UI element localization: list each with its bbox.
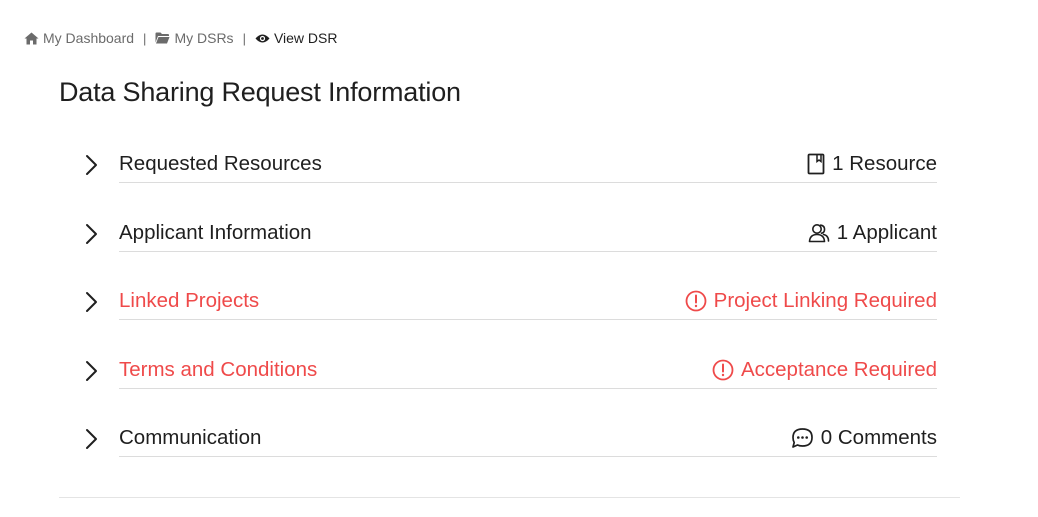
section-header: Communication 0 Comments — [119, 416, 937, 457]
alert-circle-icon — [712, 359, 734, 380]
users-icon — [808, 223, 829, 242]
section-header: Terms and Conditions Acceptance Required — [119, 348, 937, 389]
section-header: Linked Projects Project Linking Required — [119, 279, 937, 320]
section-label: Terms and Conditions — [119, 357, 318, 381]
folder-icon — [155, 32, 170, 44]
breadcrumb-label: My DSRs — [174, 30, 234, 46]
page: My Dashboard | My DSRs | View DSR Data S… — [0, 0, 1038, 517]
section-status: 1 Resource — [807, 152, 937, 176]
section-header: Requested Resources 1 Resource — [119, 142, 937, 183]
dsr-sections: Requested Resources 1 Resource Applicant… — [84, 142, 937, 485]
alert-circle-icon — [685, 290, 707, 312]
breadcrumb-label: View DSR — [273, 30, 338, 46]
section-linked-projects[interactable]: Linked Projects Project Linking Required — [84, 279, 937, 348]
footer-divider — [59, 497, 960, 498]
section-status: 1 Applicant — [808, 221, 937, 245]
section-status: Acceptance Required — [712, 358, 937, 382]
section-label: Requested Resources — [119, 152, 322, 175]
section-label: Linked Projects — [119, 289, 260, 312]
section-label: Applicant Information — [119, 220, 312, 244]
chevron-right-icon — [84, 211, 119, 280]
chevron-right-icon — [84, 348, 119, 417]
section-status: 0 Comments — [791, 426, 937, 450]
section-terms-and-conditions[interactable]: Terms and Conditions Acceptance Required — [84, 348, 937, 417]
breadcrumb-my-dsrs[interactable]: My DSRs — [155, 30, 234, 46]
breadcrumb-label: My Dashboard — [43, 30, 135, 46]
chevron-right-icon — [84, 416, 119, 485]
section-status-text: 0 Comments — [820, 426, 937, 449]
section-label: Communication — [119, 426, 262, 449]
breadcrumb: My Dashboard | My DSRs | View DSR — [24, 29, 338, 47]
section-status-text: 1 Applicant — [836, 220, 937, 244]
section-status: Project Linking Required — [685, 289, 937, 313]
breadcrumb-separator: | — [143, 30, 147, 46]
breadcrumb-my-dashboard[interactable]: My Dashboard — [24, 30, 134, 46]
breadcrumb-separator: | — [242, 30, 246, 46]
breadcrumb-view-dsr: View DSR — [255, 30, 338, 46]
chevron-right-icon — [84, 279, 119, 348]
page-title: Data Sharing Request Information — [59, 77, 461, 107]
section-requested-resources[interactable]: Requested Resources 1 Resource — [84, 142, 937, 211]
bookmark-icon — [807, 153, 825, 175]
section-status-text: 1 Resource — [832, 152, 937, 175]
section-communication[interactable]: Communication 0 Comments — [84, 416, 937, 485]
comment-icon — [791, 428, 813, 448]
section-status-text: Project Linking Required — [713, 289, 937, 312]
chevron-right-icon — [84, 142, 119, 211]
section-status-text: Acceptance Required — [740, 357, 937, 381]
home-icon — [24, 32, 39, 44]
section-applicant-information[interactable]: Applicant Information 1 Applicant — [84, 211, 937, 280]
section-header: Applicant Information 1 Applicant — [119, 211, 937, 252]
eye-icon — [255, 34, 270, 42]
